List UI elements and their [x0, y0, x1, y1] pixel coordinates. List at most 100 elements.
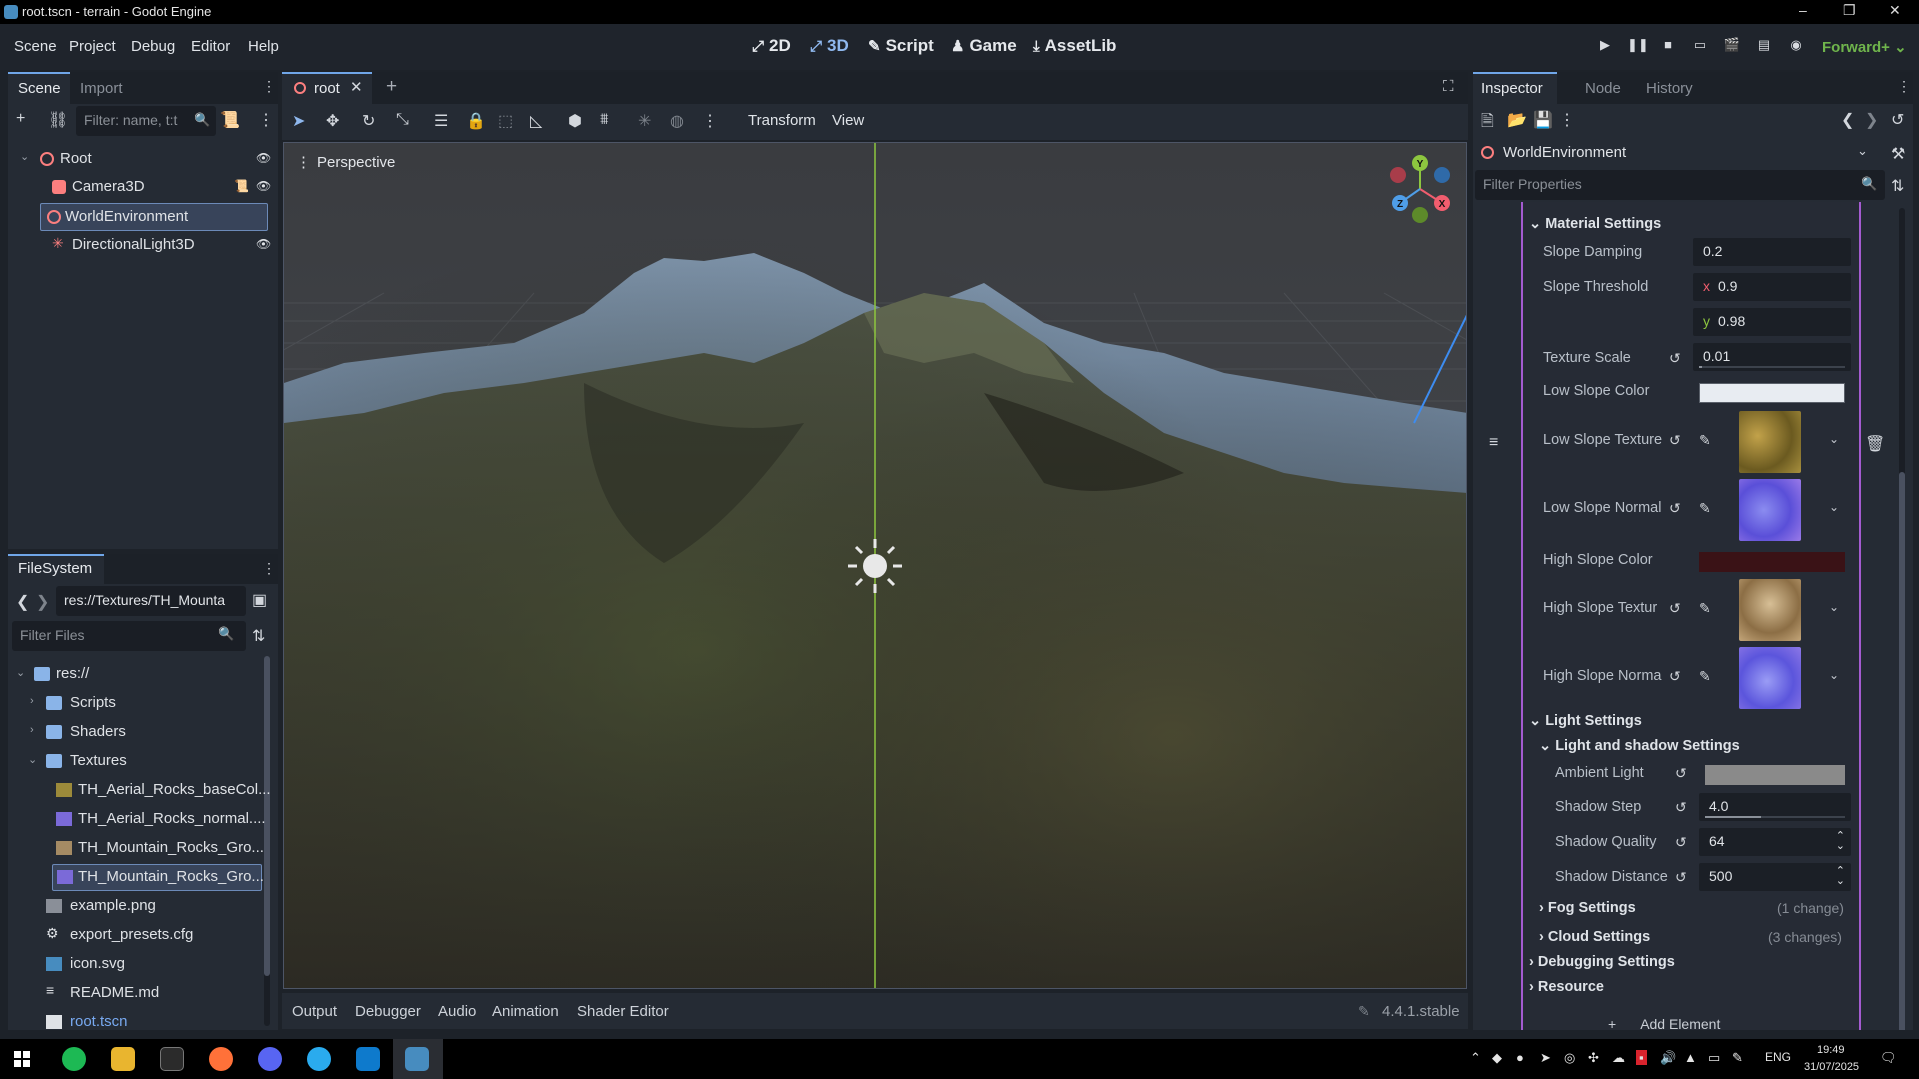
chevron-down-icon[interactable]: ⌄ [1829, 668, 1839, 682]
transform-menu[interactable]: Transform [748, 112, 816, 129]
fs-item-readme[interactable]: ≡ README.md [12, 981, 262, 1005]
chevron-down-icon[interactable]: ⌄ [28, 753, 37, 766]
slope-threshold-y-field[interactable]: y 0.98 [1693, 308, 1851, 336]
visibility-eye-icon[interactable]: 👁 [256, 237, 271, 251]
add-node-icon[interactable]: + [16, 110, 25, 128]
history-forward-icon[interactable]: ❯ [1865, 110, 1878, 130]
play-custom-scene-icon[interactable]: ▤ [1755, 37, 1773, 55]
open-resource-icon[interactable]: 📂 [1507, 110, 1527, 130]
visibility-eye-icon[interactable]: 👁 [256, 179, 271, 193]
fs-item-res[interactable]: ⌄ res:// [12, 662, 262, 686]
toggle-split-icon[interactable]: ▣ [252, 590, 267, 610]
fs-item-texture-selected[interactable]: TH_Mountain_Rocks_Gro... [52, 864, 264, 891]
add-tab-icon[interactable]: + [386, 76, 397, 98]
menu-editor[interactable]: Editor [191, 38, 230, 55]
volume-icon[interactable]: 🔊 [1660, 1050, 1676, 1066]
tab-import[interactable]: Import [80, 80, 123, 97]
edit-texture-icon[interactable]: ✎ [1699, 668, 1711, 685]
sun-preview-icon[interactable]: ✳ [638, 111, 651, 131]
fs-item-icon-svg[interactable]: icon.svg [12, 952, 262, 976]
filter-properties-input[interactable]: Filter Properties [1475, 170, 1885, 200]
tray-app-icon[interactable]: ◆ [1492, 1050, 1502, 1066]
chevron-down-icon[interactable]: ⌄ [1829, 600, 1839, 614]
spin-arrows-icon[interactable]: ⌃ ⌄ [1836, 831, 1845, 852]
low-slope-texture-thumbnail[interactable] [1739, 411, 1801, 473]
reset-icon[interactable]: ↺ [1669, 432, 1681, 449]
main-screen-3d-button[interactable]: ⤢ 3D [810, 36, 849, 56]
debugging-settings-section[interactable]: › Debugging Settings [1529, 954, 1675, 970]
chevron-down-icon[interactable]: ⌄ [1829, 432, 1839, 446]
tab-inspector[interactable]: Inspector [1481, 80, 1543, 97]
group-icon[interactable]: ⬚ [498, 111, 513, 131]
stop-icon[interactable]: ■ [1659, 37, 1677, 55]
history-back-icon[interactable]: ❮ [1841, 110, 1854, 130]
pause-icon[interactable]: ❚❚ [1627, 37, 1649, 55]
tab-history[interactable]: History [1646, 80, 1693, 97]
firefox-icon[interactable] [209, 1047, 233, 1071]
lock-icon[interactable]: 🔒 [466, 111, 486, 131]
restore-button[interactable]: ❐ [1843, 2, 1856, 19]
fs-item-texture[interactable]: TH_Mountain_Rocks_Gro... [12, 836, 264, 860]
tab-debugger[interactable]: Debugger [355, 1003, 421, 1020]
chevron-right-icon[interactable]: › [30, 724, 34, 736]
high-slope-normal-thumbnail[interactable] [1739, 647, 1801, 709]
remote-debug-icon[interactable]: ▭ [1691, 37, 1709, 55]
more-icon[interactable]: ⋮ [1559, 110, 1575, 130]
vscode-icon[interactable] [356, 1047, 380, 1071]
slope-threshold-x-field[interactable]: x 0.9 [1693, 273, 1851, 301]
view-menu[interactable]: View [832, 112, 864, 129]
chevron-down-icon[interactable]: ⌄ [1829, 500, 1839, 514]
reset-icon[interactable]: ↺ [1675, 834, 1687, 851]
scene-more-icon[interactable]: ⋮ [258, 110, 274, 130]
select-tool-icon[interactable]: ➤ [292, 111, 305, 131]
object-tools-icon[interactable]: ⚒ [1891, 144, 1905, 164]
main-screen-2d-button[interactable]: ⤢ 2D [752, 36, 791, 56]
play-scene-icon[interactable]: 🎬 [1723, 37, 1741, 55]
snap-icon[interactable]: ⩩ [600, 111, 609, 129]
dock-menu-icon[interactable]: ⋮ [1897, 78, 1911, 95]
dock-menu-icon[interactable]: ⋮ [262, 560, 276, 577]
menu-scene[interactable]: Scene [14, 38, 57, 55]
instance-scene-icon[interactable]: ⛓ [48, 110, 68, 130]
chevron-down-icon[interactable]: ⌄ [16, 666, 25, 679]
close-window-button[interactable]: ✕ [1889, 2, 1901, 19]
spin-arrows-icon[interactable]: ⌃ ⌄ [1836, 866, 1845, 887]
menu-debug[interactable]: Debug [131, 38, 175, 55]
object-selector[interactable]: WorldEnvironment ⌄ [1473, 138, 1885, 168]
filter-options-icon[interactable]: ⇅ [1891, 176, 1904, 196]
chevron-down-icon[interactable]: ⌄ [20, 150, 29, 163]
chevron-right-icon[interactable]: › [30, 695, 34, 707]
ambient-light-color-picker[interactable] [1705, 765, 1845, 785]
reset-icon[interactable]: ↺ [1669, 350, 1681, 367]
texture-scale-field[interactable]: 0.01 [1693, 343, 1851, 371]
renderer-select[interactable]: Forward+ ⌄ [1822, 38, 1907, 56]
tray-app2-icon[interactable]: ▲ [1684, 1050, 1697, 1065]
forward-icon[interactable]: ❯ [36, 592, 49, 612]
drag-handle-icon[interactable]: ≡ [1489, 434, 1498, 452]
local-space-icon[interactable]: ⬢ [568, 111, 582, 131]
reset-icon[interactable]: ↺ [1669, 600, 1681, 617]
light-settings-section[interactable]: ⌄ Light Settings [1529, 713, 1642, 729]
play-icon[interactable]: ▶ [1596, 37, 1614, 55]
minimize-button[interactable]: – [1799, 2, 1807, 18]
dock-menu-icon[interactable]: ⋮ [262, 78, 276, 95]
language-indicator[interactable]: ENG [1765, 1050, 1791, 1064]
display-icon[interactable]: ▭ [1708, 1050, 1720, 1066]
tab-filesystem[interactable]: FileSystem [18, 560, 92, 577]
perspective-menu[interactable]: ⋮ Perspective [296, 153, 395, 171]
low-slope-color-picker[interactable] [1699, 383, 1845, 403]
reset-icon[interactable]: ↺ [1675, 869, 1687, 886]
chevron-up-icon[interactable]: ⌃ [1470, 1050, 1481, 1066]
edit-texture-icon[interactable]: ✎ [1699, 600, 1711, 617]
file-explorer-icon[interactable] [111, 1047, 135, 1071]
edit-texture-icon[interactable]: ✎ [1699, 432, 1711, 449]
low-slope-normal-thumbnail[interactable] [1739, 479, 1801, 541]
light-shadow-settings-section[interactable]: ⌄ Light and shadow Settings [1539, 738, 1740, 754]
resource-section[interactable]: › Resource [1529, 979, 1604, 995]
discord-icon[interactable] [258, 1047, 282, 1071]
fullscreen-icon[interactable]: ⛶ [1443, 78, 1454, 95]
tray-telegram-icon[interactable]: ➤ [1540, 1050, 1551, 1066]
object-history-icon[interactable]: ↺ [1891, 110, 1904, 130]
rotate-tool-icon[interactable]: ↻ [362, 111, 375, 131]
reset-icon[interactable]: ↺ [1669, 668, 1681, 685]
